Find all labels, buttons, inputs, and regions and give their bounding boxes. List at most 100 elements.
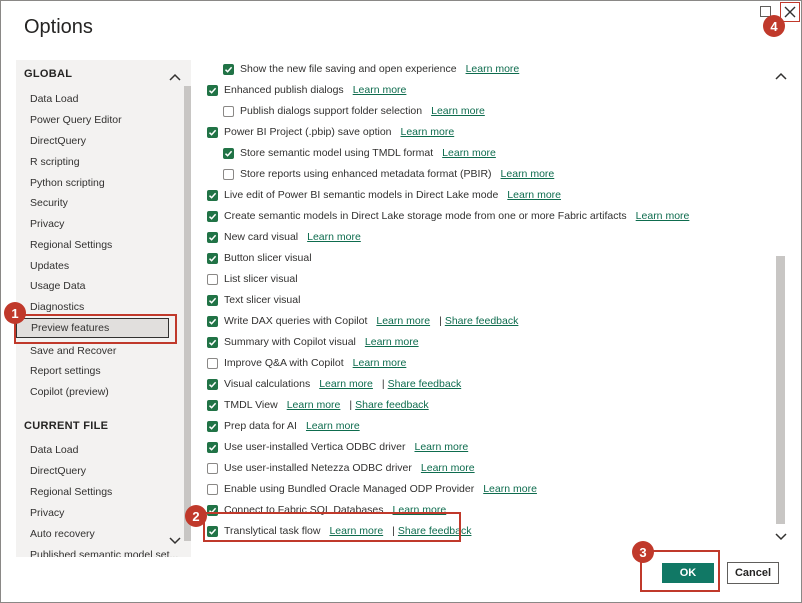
learn-more-link[interactable]: Learn more bbox=[353, 357, 407, 369]
nav-item[interactable]: Python scripting bbox=[30, 177, 105, 189]
feature-checkbox[interactable] bbox=[207, 126, 218, 138]
nav-item[interactable]: Data Load bbox=[30, 93, 78, 105]
feature-checkbox[interactable] bbox=[223, 63, 234, 75]
chevron-down-icon[interactable] bbox=[169, 537, 181, 545]
feature-checkbox[interactable] bbox=[223, 105, 234, 117]
nav-item[interactable]: Usage Data bbox=[30, 280, 85, 292]
feature-checkbox[interactable] bbox=[207, 210, 218, 222]
nav-item[interactable]: Updates bbox=[30, 260, 69, 272]
learn-more-link[interactable]: Learn more bbox=[353, 84, 407, 96]
learn-more-link[interactable]: Learn more bbox=[421, 462, 475, 474]
nav-item[interactable]: Privacy bbox=[30, 218, 64, 230]
callout-badge: 3 bbox=[632, 541, 654, 563]
feature-checkbox[interactable] bbox=[207, 84, 218, 96]
learn-more-link[interactable]: Learn more bbox=[287, 399, 341, 411]
nav-item[interactable]: DirectQuery bbox=[30, 465, 86, 477]
feature-row: List slicer visual bbox=[207, 271, 298, 287]
learn-more-link[interactable]: Learn more bbox=[306, 420, 360, 432]
feature-checkbox[interactable] bbox=[223, 168, 234, 180]
feature-row: Show the new file saving and open experi… bbox=[223, 61, 519, 77]
nav-item[interactable]: Regional Settings bbox=[30, 486, 112, 498]
link-separator: | bbox=[439, 315, 442, 327]
nav-item[interactable]: Save and Recover bbox=[30, 345, 116, 357]
nav-item[interactable]: Data Load bbox=[30, 444, 78, 456]
chevron-down-icon[interactable] bbox=[775, 533, 787, 541]
feature-label: Summary with Copilot visual bbox=[224, 336, 356, 348]
learn-more-link[interactable]: Learn more bbox=[442, 147, 496, 159]
feature-checkbox[interactable] bbox=[207, 399, 218, 411]
feature-label: Store semantic model using TMDL format bbox=[240, 147, 434, 159]
nav-item[interactable]: Diagnostics bbox=[30, 301, 84, 313]
feature-checkbox[interactable] bbox=[207, 315, 218, 327]
checkmark-icon bbox=[208, 402, 217, 409]
learn-more-link[interactable]: Learn more bbox=[307, 231, 361, 243]
ok-button[interactable]: OK bbox=[662, 563, 714, 583]
feature-checkbox[interactable] bbox=[207, 252, 218, 264]
feature-checkbox[interactable] bbox=[207, 441, 218, 453]
learn-more-link[interactable]: Learn more bbox=[376, 315, 430, 327]
chevron-up-icon[interactable] bbox=[169, 73, 181, 81]
nav-item[interactable]: Published semantic model set... bbox=[30, 549, 178, 557]
feature-checkbox[interactable] bbox=[207, 273, 218, 285]
learn-more-link[interactable]: Learn more bbox=[483, 483, 537, 495]
learn-more-link[interactable]: Learn more bbox=[466, 63, 520, 75]
nav-item[interactable]: Auto recovery bbox=[30, 528, 95, 540]
feature-checkbox[interactable] bbox=[223, 147, 234, 159]
feature-checkbox[interactable] bbox=[207, 294, 218, 306]
feature-row: Store semantic model using TMDL format Le… bbox=[223, 145, 496, 161]
learn-more-link[interactable]: Learn more bbox=[414, 441, 468, 453]
feature-checkbox[interactable] bbox=[207, 231, 218, 243]
checkmark-icon bbox=[208, 192, 217, 199]
feature-checkbox[interactable] bbox=[207, 420, 218, 432]
learn-more-link[interactable]: Learn more bbox=[636, 210, 690, 222]
callout-badge: 2 bbox=[185, 505, 207, 527]
nav-item[interactable]: R scripting bbox=[30, 156, 80, 168]
share-feedback-link[interactable]: Share feedback bbox=[355, 399, 429, 411]
feature-label: Use user-installed Vertica ODBC driver bbox=[224, 441, 406, 453]
nav-item[interactable]: Privacy bbox=[30, 507, 64, 519]
nav-item[interactable]: Security bbox=[30, 197, 68, 209]
checkmark-icon bbox=[208, 339, 217, 346]
feature-row: New card visual Learn more bbox=[207, 229, 361, 245]
content-scrollbar-thumb[interactable] bbox=[776, 256, 785, 524]
learn-more-link[interactable]: Learn more bbox=[501, 168, 555, 180]
nav-item[interactable]: Report settings bbox=[30, 365, 101, 377]
share-feedback-link[interactable]: Share feedback bbox=[388, 378, 462, 390]
nav-item[interactable]: Power Query Editor bbox=[30, 114, 122, 126]
link-separator: | bbox=[349, 399, 353, 411]
nav-scrollbar-thumb[interactable] bbox=[184, 86, 191, 541]
feature-label: Use user-installed Netezza ODBC driver bbox=[224, 462, 412, 474]
highlight-box-preview-features bbox=[14, 314, 177, 344]
learn-more-link[interactable]: Learn more bbox=[401, 126, 455, 138]
feature-label: Prep data for AI bbox=[224, 420, 297, 432]
feature-checkbox[interactable] bbox=[207, 462, 218, 474]
feature-label: Improve Q&A with Copilot bbox=[224, 357, 344, 369]
feature-checkbox[interactable] bbox=[207, 483, 218, 495]
feature-label: Visual calculations bbox=[224, 378, 311, 390]
checkmark-icon bbox=[208, 234, 217, 241]
feature-checkbox[interactable] bbox=[207, 357, 218, 369]
nav-item[interactable]: Copilot (preview) bbox=[30, 386, 109, 398]
checkmark-icon bbox=[208, 213, 217, 220]
options-nav: GLOBAL Data Load Power Query Editor Dire… bbox=[16, 60, 191, 557]
nav-item[interactable]: DirectQuery bbox=[30, 135, 86, 147]
feature-checkbox[interactable] bbox=[207, 378, 218, 390]
learn-more-link[interactable]: Learn more bbox=[319, 378, 373, 390]
feature-checkbox[interactable] bbox=[207, 189, 218, 201]
learn-more-link[interactable]: Learn more bbox=[507, 189, 561, 201]
chevron-up-icon[interactable] bbox=[775, 72, 787, 80]
learn-more-link[interactable]: Learn more bbox=[365, 336, 419, 348]
share-feedback-link[interactable]: Share feedback bbox=[445, 315, 519, 327]
feature-checkbox[interactable] bbox=[207, 336, 218, 348]
nav-item[interactable]: Regional Settings bbox=[30, 239, 112, 251]
feature-row: Store reports using enhanced metadata fo… bbox=[223, 166, 554, 182]
cancel-button[interactable]: Cancel bbox=[727, 562, 779, 584]
feature-row: Visual calculations Learn more | Share feed… bbox=[207, 376, 461, 392]
feature-label: Store reports using enhanced metadata fo… bbox=[240, 168, 492, 180]
feature-row: Use user-installed Netezza ODBC driver Le… bbox=[207, 460, 475, 476]
preview-features-list: Show the new file saving and open experi… bbox=[192, 60, 772, 557]
feature-label: TMDL View bbox=[224, 399, 278, 411]
feature-label: Button slicer visual bbox=[224, 252, 312, 264]
learn-more-link[interactable]: Learn more bbox=[431, 105, 485, 117]
feature-row: Use user-installed Vertica ODBC driver Le… bbox=[207, 439, 468, 455]
